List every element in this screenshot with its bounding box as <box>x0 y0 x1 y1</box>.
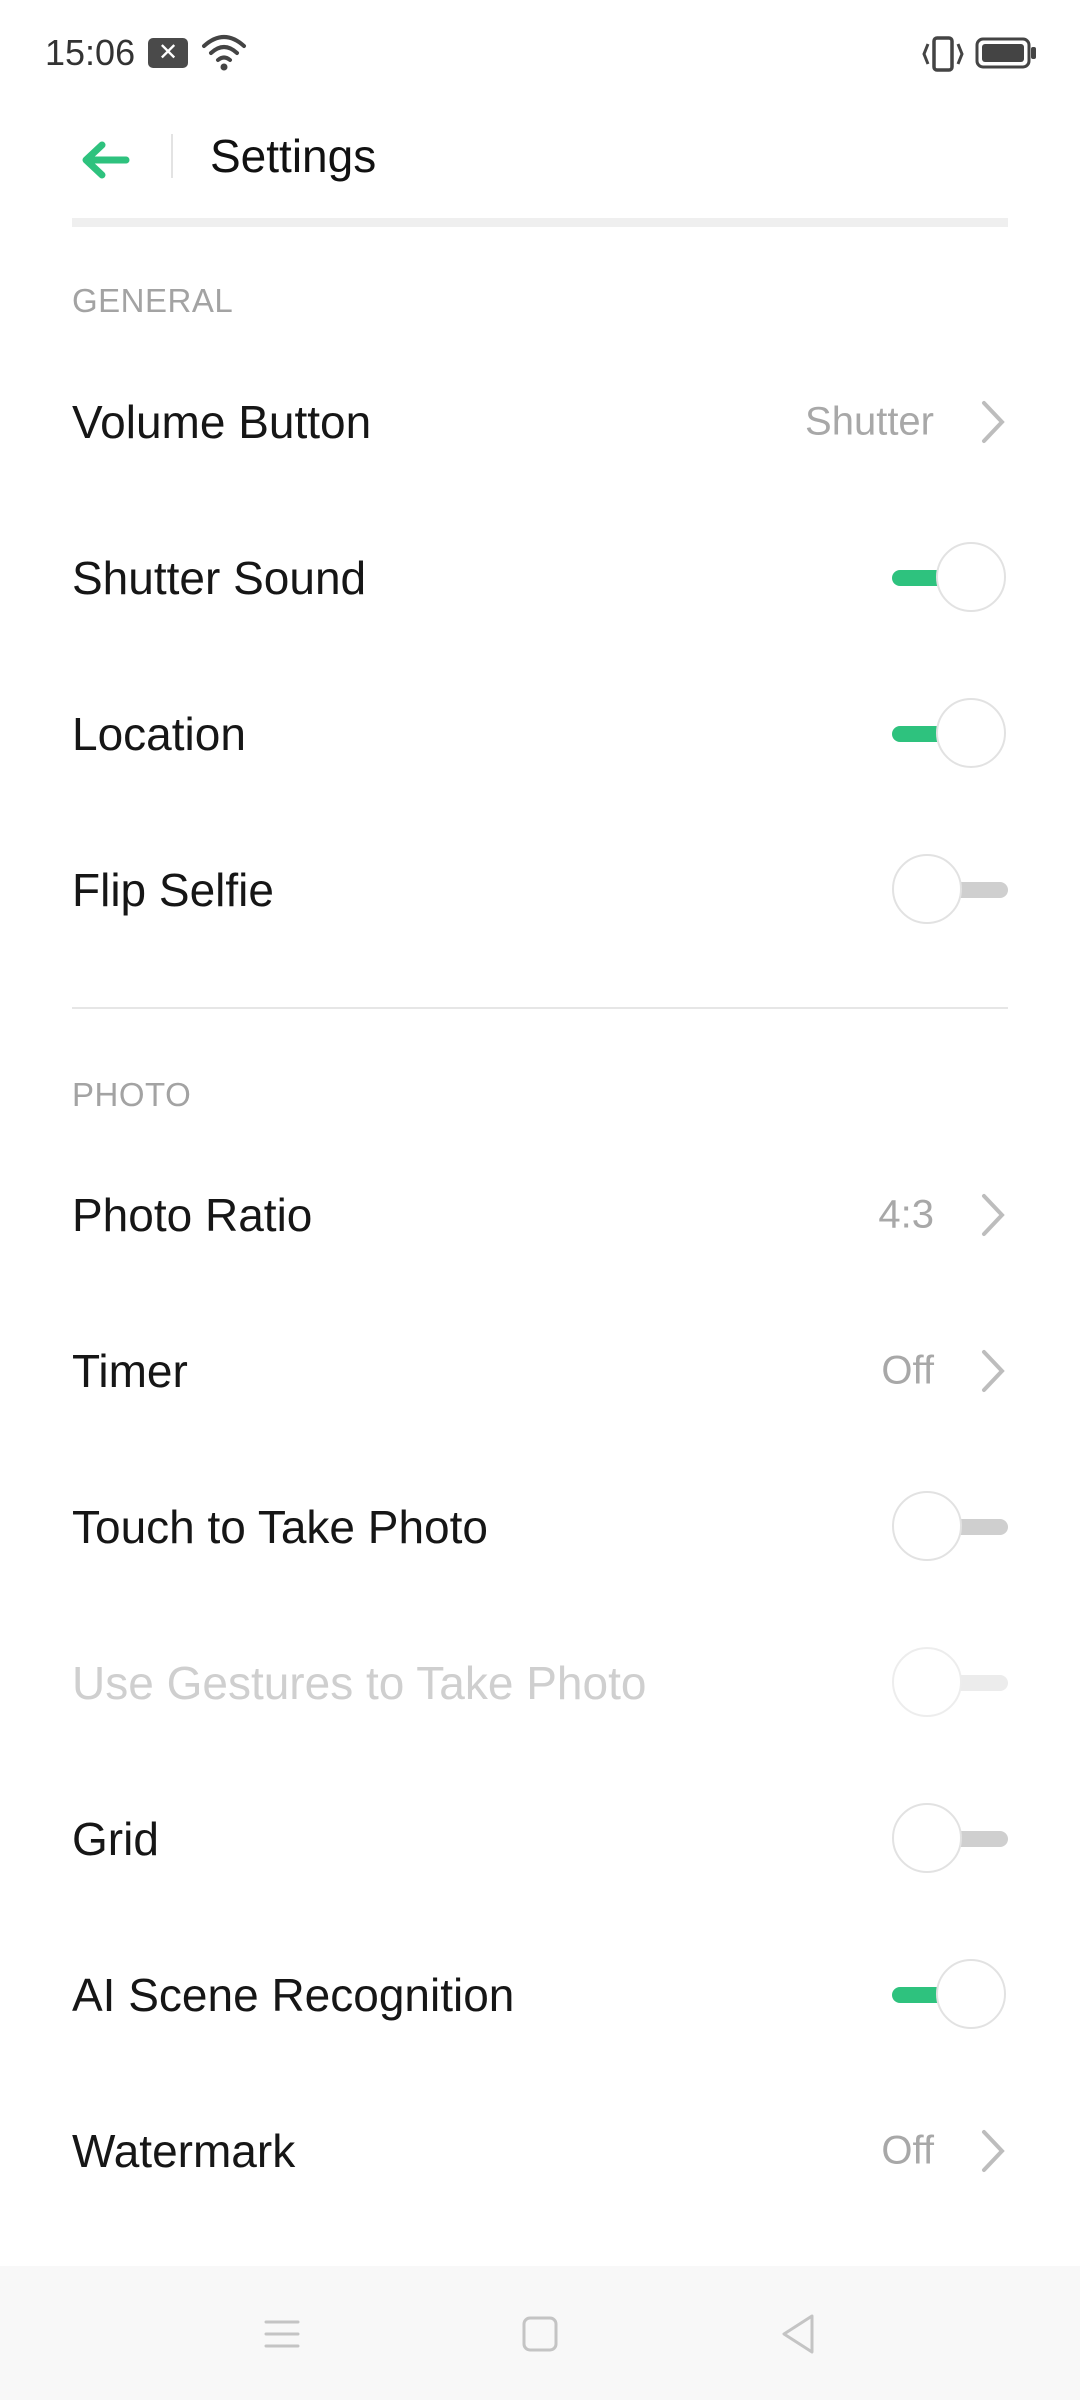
setting-label: Shutter Sound <box>72 552 367 604</box>
chevron-right-icon <box>982 1194 1005 1236</box>
setting-row-shutter-sound: Shutter Sound <box>0 500 1080 656</box>
section-header-general: GENERAL <box>72 282 234 319</box>
header-divider <box>171 134 173 178</box>
shutter-sound-toggle[interactable] <box>892 540 1008 616</box>
chevron-right-icon <box>982 2130 1005 2172</box>
setting-label: AI Scene Recognition <box>72 1969 515 2021</box>
flip-selfie-toggle[interactable] <box>892 852 1008 928</box>
setting-row-volume-button[interactable]: Volume Button Shutter <box>0 344 1080 500</box>
setting-label: Photo Ratio <box>72 1189 313 1241</box>
arrow-left-icon <box>82 141 130 179</box>
setting-label: Volume Button <box>72 396 372 448</box>
chevron-right-icon <box>982 1350 1005 1392</box>
setting-label: Watermark <box>72 2125 296 2177</box>
setting-value: Shutter <box>805 399 934 444</box>
section-header-photo: PHOTO <box>72 1076 192 1113</box>
setting-label: Touch to Take Photo <box>72 1501 488 1553</box>
setting-value: Off <box>881 1348 934 1393</box>
grid-toggle[interactable] <box>892 1801 1008 1877</box>
status-bar: 15:06 ✕ <box>0 0 1080 110</box>
header-bottom-bar <box>72 218 1008 227</box>
page-title: Settings <box>210 130 377 182</box>
back-triangle-icon[interactable] <box>768 2306 828 2362</box>
app-header: Settings <box>0 110 1080 230</box>
toggle-knob <box>892 854 962 924</box>
status-time: 15:06 <box>45 32 136 73</box>
location-toggle[interactable] <box>892 696 1008 772</box>
touch-to-take-photo-toggle[interactable] <box>892 1489 1008 1565</box>
toggle-knob <box>936 542 1006 612</box>
chevron-right-icon <box>982 401 1005 443</box>
toggle-knob <box>936 698 1006 768</box>
settings-screen: 15:06 ✕ Settings GENERAL Volume Button S… <box>0 0 1080 2400</box>
toggle-knob <box>892 1491 962 1561</box>
toggle-knob <box>892 1647 962 1717</box>
setting-value: Off <box>881 2128 934 2173</box>
setting-label: Use Gestures to Take Photo <box>72 1657 647 1709</box>
menu-icon[interactable] <box>252 2306 312 2362</box>
setting-row-grid: Grid <box>0 1761 1080 1917</box>
ai-scene-recognition-toggle[interactable] <box>892 1957 1008 2033</box>
setting-row-flip-selfie: Flip Selfie <box>0 812 1080 968</box>
setting-label: Flip Selfie <box>72 864 274 916</box>
use-gestures-toggle <box>892 1645 1008 1721</box>
setting-value: 4:3 <box>878 1192 934 1237</box>
section-divider <box>72 1007 1008 1009</box>
back-button[interactable] <box>70 125 140 195</box>
setting-row-photo-ratio[interactable]: Photo Ratio 4:3 <box>0 1137 1080 1293</box>
setting-row-touch-to-take-photo: Touch to Take Photo <box>0 1449 1080 1605</box>
setting-label: Grid <box>72 1813 159 1865</box>
navigation-bar <box>0 2266 1080 2400</box>
home-icon[interactable] <box>510 2306 570 2362</box>
vibrate-icon <box>922 36 964 72</box>
toggle-knob <box>936 1959 1006 2029</box>
wifi-icon <box>202 35 246 71</box>
setting-label: Timer <box>72 1345 188 1397</box>
close-notification-icon: ✕ <box>148 38 188 68</box>
setting-label: Location <box>72 708 246 760</box>
setting-row-watermark[interactable]: Watermark Off <box>0 2073 1080 2229</box>
setting-row-location: Location <box>0 656 1080 812</box>
setting-row-ai-scene-recognition: AI Scene Recognition <box>0 1917 1080 2073</box>
battery-icon <box>975 37 1036 69</box>
setting-row-timer[interactable]: Timer Off <box>0 1293 1080 1449</box>
toggle-knob <box>892 1803 962 1873</box>
setting-row-use-gestures: Use Gestures to Take Photo <box>0 1605 1080 1761</box>
